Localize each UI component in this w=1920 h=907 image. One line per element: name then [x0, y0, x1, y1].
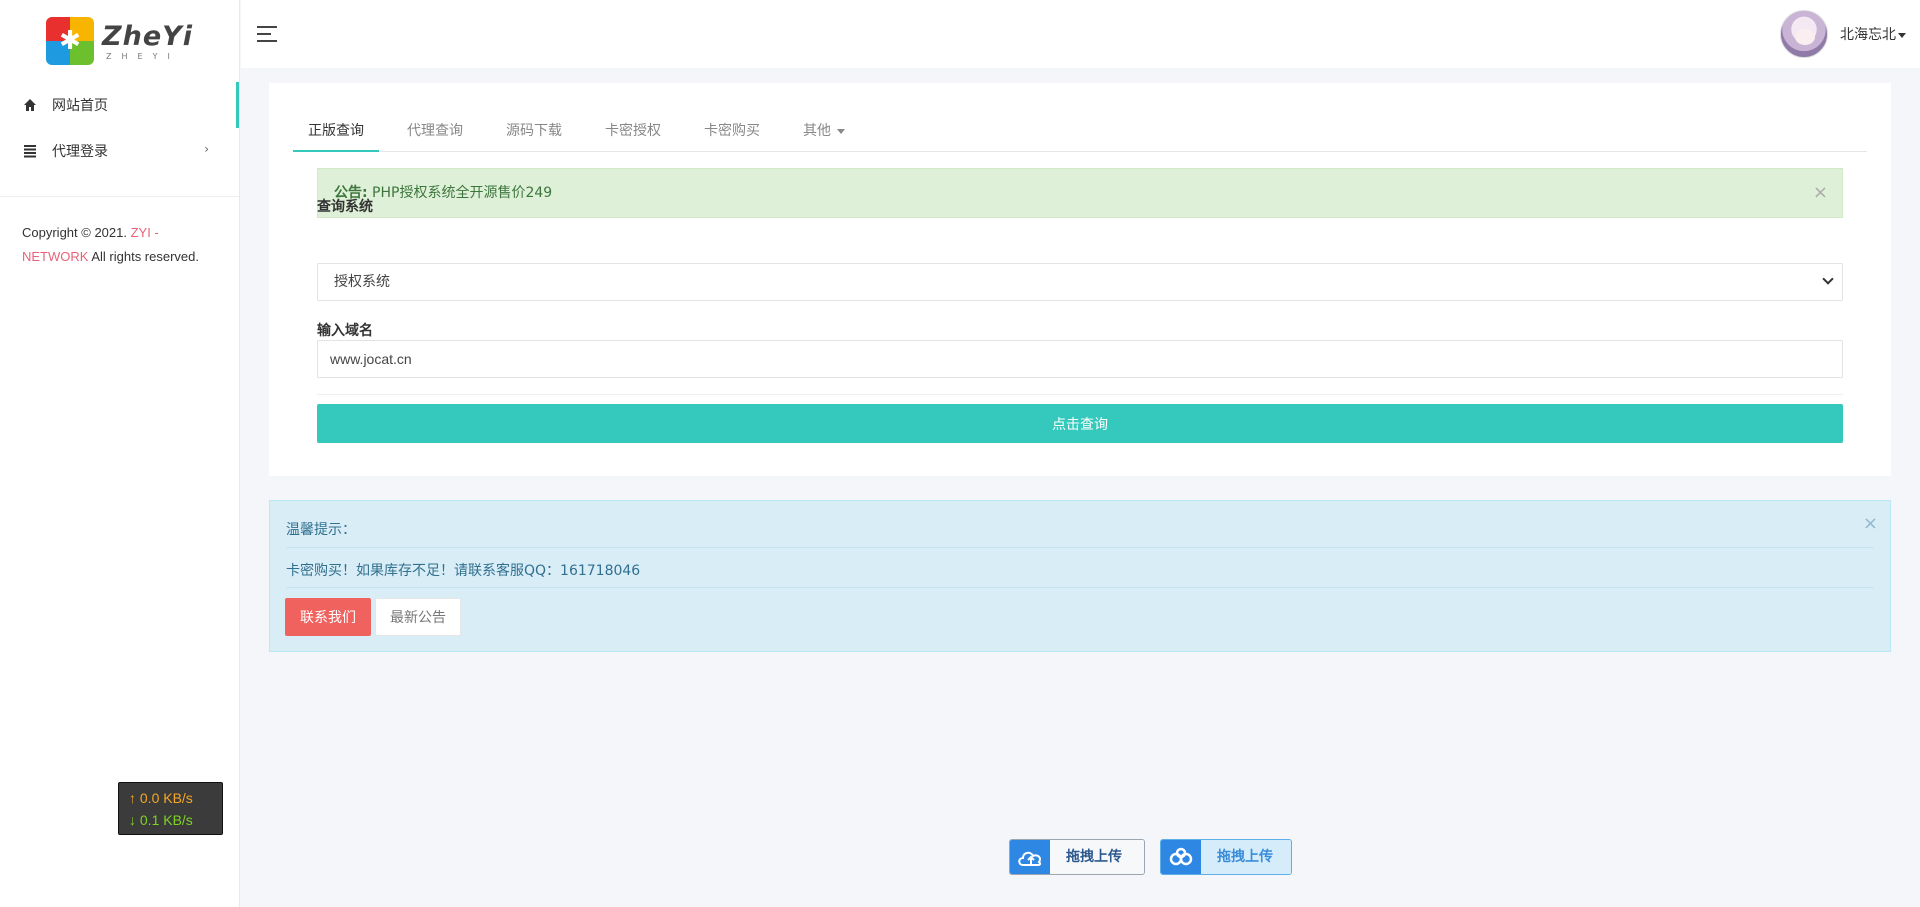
close-icon[interactable]: × — [1813, 169, 1828, 217]
download-speed: 0.1 KB/s — [139, 812, 193, 828]
top-bar: 北海忘北 — [241, 0, 1920, 68]
form-divider — [317, 394, 1843, 395]
tab-bar: 正版查询 代理查询 源码下载 卡密授权 卡密购买 其他 — [293, 113, 1867, 152]
logo-name: ZheYi — [102, 20, 193, 52]
tips-title: 温馨提示： — [286, 522, 356, 538]
domain-input[interactable] — [317, 340, 1843, 378]
caret-down-icon — [1898, 32, 1906, 38]
tips-panel: 温馨提示： × 卡密购买！如果库存不足！请联系客服QQ：161718046 联系… — [269, 500, 1891, 652]
drag-upload-label: 拖拽上传 — [1050, 840, 1144, 874]
chevron-down-icon — [1822, 273, 1834, 285]
username: 北海忘北 — [1840, 27, 1896, 43]
logo[interactable]: ✱ ZheYi ZHEYI — [0, 0, 239, 82]
notice-text: PHP授权系统全开源售价249 — [367, 185, 553, 201]
query-card: 正版查询 代理查询 源码下载 卡密授权 卡密购买 其他 公告: PHP授权系统全… — [269, 83, 1891, 476]
tab-agent-query[interactable]: 代理查询 — [392, 113, 478, 152]
home-icon — [22, 97, 38, 113]
copyright-suffix: All rights reserved. — [88, 249, 199, 264]
baidu-upload-button[interactable]: 拖拽上传 — [1160, 839, 1292, 875]
sidebar-item-agent-login[interactable]: 代理登录 › — [0, 128, 239, 174]
system-select[interactable]: 授权系统 — [317, 263, 1843, 301]
sidebar-item-label: 代理登录 — [52, 144, 108, 160]
tab-other-dropdown[interactable]: 其他 — [788, 113, 860, 152]
close-icon[interactable]: × — [1863, 513, 1878, 534]
logo-mark-icon: ✱ — [46, 17, 95, 65]
domain-label: 输入域名 — [317, 323, 373, 339]
tab-card-authorization[interactable]: 卡密授权 — [590, 113, 676, 152]
tab-other-label: 其他 — [803, 123, 831, 139]
notice-alert: 公告: PHP授权系统全开源售价249 × — [317, 168, 1843, 218]
copyright: Copyright © 2021. ZYI - NETWORK All righ… — [0, 197, 239, 293]
sidebar-item-home[interactable]: 网站首页 — [0, 82, 239, 128]
avatar[interactable] — [1780, 10, 1828, 58]
query-button[interactable]: 点击查询 — [317, 404, 1843, 443]
network-speed-widget: ↑ 0.0 KB/s ↓ 0.1 KB/s — [118, 782, 223, 835]
baidu-cloud-icon — [1161, 840, 1201, 874]
arrow-down-icon: ↓ — [129, 812, 136, 828]
chevron-right-icon: › — [204, 142, 209, 156]
tab-genuine-query[interactable]: 正版查询 — [293, 113, 379, 152]
copyright-prefix: Copyright © 2021. — [22, 225, 131, 240]
tips-message: 卡密购买！如果库存不足！请联系客服QQ：161718046 — [286, 563, 641, 579]
list-icon — [22, 143, 38, 159]
tips-divider — [286, 587, 1874, 588]
drag-upload-button[interactable]: 拖拽上传 — [1009, 839, 1145, 875]
logo-subtitle: ZHEYI — [106, 51, 180, 61]
tab-card-purchase[interactable]: 卡密购买 — [689, 113, 775, 152]
menu-toggle-icon[interactable] — [257, 26, 277, 42]
arrow-up-icon: ↑ — [129, 790, 136, 806]
tab-source-download[interactable]: 源码下载 — [491, 113, 577, 152]
system-label: 查询系统 — [317, 199, 373, 215]
latest-notice-button[interactable]: 最新公告 — [375, 598, 461, 636]
upload-speed: 0.0 KB/s — [139, 790, 193, 806]
user-menu[interactable]: 北海忘北 — [1780, 10, 1906, 58]
sidebar-item-label: 网站首页 — [52, 98, 108, 114]
caret-down-icon — [837, 128, 846, 134]
tips-divider — [286, 547, 1874, 548]
baidu-upload-label: 拖拽上传 — [1201, 840, 1291, 874]
sidebar: ✱ ZheYi ZHEYI 网站首页 代理登录 › Copyright © 20… — [0, 0, 240, 907]
contact-us-button[interactable]: 联系我们 — [285, 598, 371, 636]
cloud-upload-icon — [1010, 840, 1050, 874]
system-select-value: 授权系统 — [334, 274, 390, 290]
